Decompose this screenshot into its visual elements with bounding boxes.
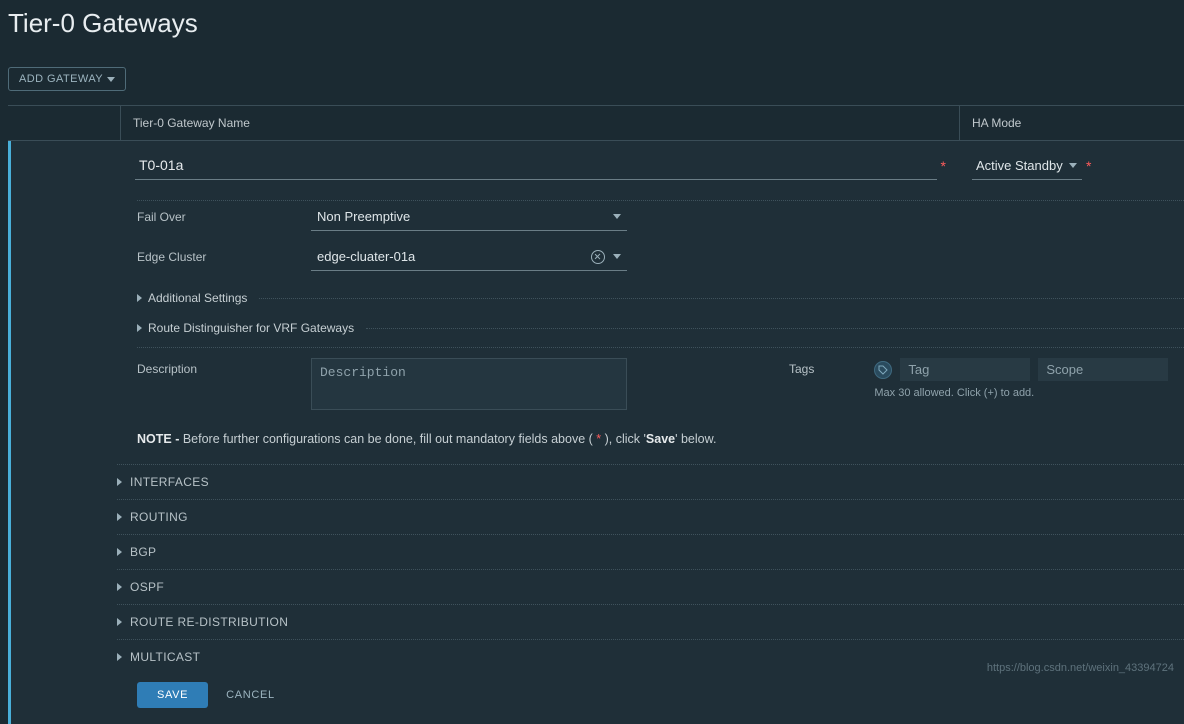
failover-label: Fail Over — [137, 210, 311, 224]
gateway-name-input[interactable] — [135, 151, 937, 180]
sections-list: INTERFACES ROUTING BGP OSPF — [137, 464, 1184, 674]
chevron-right-icon — [117, 513, 122, 521]
section-label: ROUTING — [130, 510, 188, 524]
section-label: INTERFACES — [130, 475, 209, 489]
tag-icon[interactable] — [874, 361, 892, 379]
th-ha: HA Mode — [960, 106, 1184, 140]
separator — [366, 328, 1184, 329]
chevron-down-icon — [613, 214, 621, 219]
section-routing[interactable]: ROUTING — [117, 499, 1184, 534]
chevron-right-icon — [117, 653, 122, 661]
failover-value: Non Preemptive — [317, 209, 410, 224]
th-expand — [8, 106, 121, 140]
chevron-down-icon — [107, 77, 115, 82]
clear-icon[interactable] — [591, 250, 605, 264]
chevron-right-icon — [117, 583, 122, 591]
scope-input[interactable] — [1038, 358, 1168, 381]
edge-cluster-value: edge-cluater-01a — [317, 249, 415, 264]
gateway-edit-row: * Active Standby * Fail Over Non Preempt… — [8, 141, 1184, 724]
additional-settings-expander[interactable]: Additional Settings — [137, 283, 1184, 313]
description-textarea[interactable] — [311, 358, 627, 410]
failover-select[interactable]: Non Preemptive — [311, 203, 627, 231]
watermark-text: https://blog.csdn.net/weixin_43394724 — [987, 662, 1174, 674]
tags-label: Tags — [789, 358, 814, 376]
save-button[interactable]: SAVE — [137, 682, 208, 708]
cancel-button[interactable]: CANCEL — [226, 689, 275, 701]
table-header: Tier-0 Gateway Name HA Mode — [8, 106, 1184, 141]
edge-cluster-select[interactable]: edge-cluater-01a — [311, 243, 627, 271]
page-title: Tier-0 Gateways — [8, 8, 1184, 39]
section-label: BGP — [130, 545, 156, 559]
chevron-right-icon — [117, 548, 122, 556]
gateway-table: Tier-0 Gateway Name HA Mode * Active Sta… — [8, 105, 1184, 724]
rd-vrf-expander[interactable]: Route Distinguisher for VRF Gateways — [137, 313, 1184, 343]
section-route-redist[interactable]: ROUTE RE-DISTRIBUTION — [117, 604, 1184, 639]
th-name: Tier-0 Gateway Name — [121, 106, 960, 140]
ha-mode-value: Active Standby — [976, 158, 1063, 173]
add-gateway-label: ADD GATEWAY — [19, 73, 103, 85]
chevron-right-icon — [117, 618, 122, 626]
section-label: MULTICAST — [130, 650, 200, 664]
note-text: NOTE - Before further configurations can… — [137, 432, 1184, 446]
separator — [259, 298, 1184, 299]
additional-settings-label: Additional Settings — [148, 291, 247, 305]
rd-vrf-label: Route Distinguisher for VRF Gateways — [148, 321, 354, 335]
tag-input[interactable] — [900, 358, 1030, 381]
section-label: OSPF — [130, 580, 164, 594]
ha-mode-select[interactable]: Active Standby — [972, 152, 1082, 180]
chevron-right-icon — [137, 294, 142, 302]
required-star-icon: * — [1086, 158, 1091, 174]
section-ospf[interactable]: OSPF — [117, 569, 1184, 604]
section-bgp[interactable]: BGP — [117, 534, 1184, 569]
edge-cluster-label: Edge Cluster — [137, 250, 311, 264]
required-star-icon: * — [941, 158, 946, 174]
description-label: Description — [137, 358, 311, 410]
add-gateway-button[interactable]: ADD GATEWAY — [8, 67, 126, 91]
section-label: ROUTE RE-DISTRIBUTION — [130, 615, 288, 629]
chevron-right-icon — [137, 324, 142, 332]
tag-hint: Max 30 allowed. Click (+) to add. — [874, 387, 1168, 399]
chevron-right-icon — [117, 478, 122, 486]
tag-svg-icon — [878, 365, 888, 375]
chevron-down-icon — [613, 254, 621, 259]
chevron-down-icon — [1069, 163, 1077, 168]
section-interfaces[interactable]: INTERFACES — [117, 464, 1184, 499]
